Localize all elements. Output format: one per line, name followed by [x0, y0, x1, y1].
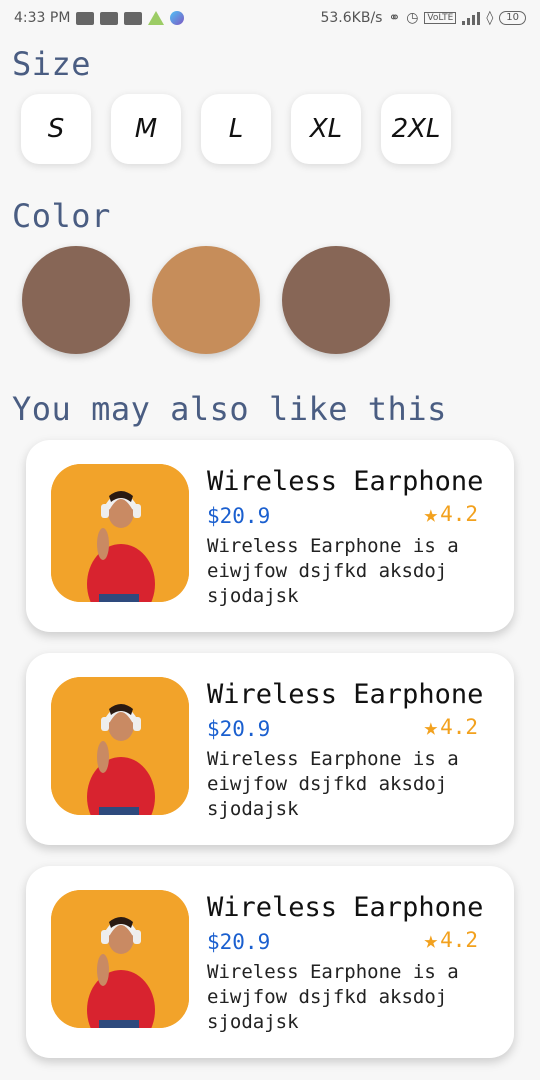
vpn-icon: [148, 11, 165, 25]
product-card[interactable]: Wireless Earphone $20.9 ★ 4.2 Wireless Ea…: [26, 866, 514, 1058]
product-title: Wireless Earphone: [207, 892, 484, 923]
product-image: [51, 890, 189, 1028]
product-description: Wireless Earphone is a eiwjfow dsjfkd ak…: [207, 535, 459, 607]
message-icon: [76, 11, 95, 25]
app-icon: [170, 11, 185, 25]
alarm-icon: ◷: [406, 10, 419, 26]
product-description: Wireless Earphone is a eiwjfow dsjfkd ak…: [207, 961, 459, 1033]
wifi-icon: ◊: [486, 10, 494, 26]
size-option-xl[interactable]: XL: [291, 94, 361, 164]
battery-icon: 10: [499, 11, 526, 25]
signal-icon: [462, 11, 481, 25]
product-rating: ★ 4.2: [424, 502, 478, 526]
recommendations-title: You may also like this: [12, 390, 447, 428]
product-rating: ★ 4.2: [424, 715, 478, 739]
color-selector: [22, 246, 390, 354]
product-card[interactable]: Wireless Earphone $20.9 ★ 4.2 Wireless Ea…: [26, 440, 514, 632]
status-time: 4:33 PM: [14, 10, 71, 26]
size-section-title: Size: [12, 45, 92, 83]
size-option-s[interactable]: S: [21, 94, 91, 164]
rating-value: 4.2: [440, 928, 478, 952]
product-title: Wireless Earphone: [207, 679, 484, 710]
product-image: [51, 677, 189, 815]
product-price: $20.9: [207, 717, 271, 741]
star-icon: ★: [423, 713, 439, 741]
star-icon: ★: [423, 926, 439, 954]
color-swatch-1[interactable]: [22, 246, 130, 354]
product-list: Wireless Earphone $20.9 ★ 4.2 Wireless Ea…: [26, 440, 514, 1079]
size-option-l[interactable]: L: [201, 94, 271, 164]
rating-value: 4.2: [440, 502, 478, 526]
product-price: $20.9: [207, 930, 271, 954]
headphones-icon: ⚭: [388, 10, 401, 26]
youtube-icon: [124, 11, 143, 25]
battery-level: 10: [506, 12, 519, 23]
network-speed: 53.6KB/s: [320, 10, 383, 26]
color-swatch-2[interactable]: [152, 246, 260, 354]
product-title: Wireless Earphone: [207, 466, 484, 497]
product-price: $20.9: [207, 504, 271, 528]
color-swatch-3[interactable]: [282, 246, 390, 354]
product-image: [51, 464, 189, 602]
color-section-title: Color: [12, 197, 111, 235]
volte-icon: VoLTE: [424, 12, 457, 24]
size-selector: S M L XL 2XL: [21, 94, 451, 164]
status-bar: 4:33 PM 53.6KB/s ⚭ ◷ VoLTE ◊ 10: [0, 0, 540, 36]
product-rating: ★ 4.2: [424, 928, 478, 952]
youtube-icon: [100, 11, 119, 25]
product-description: Wireless Earphone is a eiwjfow dsjfkd ak…: [207, 748, 459, 820]
product-card[interactable]: Wireless Earphone $20.9 ★ 4.2 Wireless Ea…: [26, 653, 514, 845]
size-option-m[interactable]: M: [111, 94, 181, 164]
size-option-2xl[interactable]: 2XL: [381, 94, 451, 164]
star-icon: ★: [423, 500, 439, 528]
rating-value: 4.2: [440, 715, 478, 739]
